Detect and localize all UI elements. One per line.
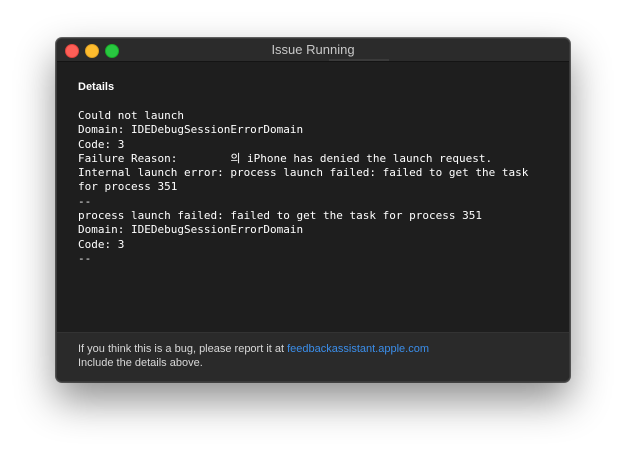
footer-bar: If you think this is a bug, please repor…: [57, 332, 569, 381]
details-line: Domain: IDEDebugSessionErrorDomain: [78, 123, 304, 137]
window-title: Issue Running: [271, 42, 355, 57]
bug-report-notice: If you think this is a bug, please repor…: [78, 343, 429, 355]
details-line: --: [78, 251, 92, 265]
desktop-background: Issue Running Details Could not launch D…: [0, 0, 624, 454]
feedback-assistant-link[interactable]: feedbackassistant.apple.com: [287, 343, 429, 355]
details-line: Code: 3: [78, 237, 125, 251]
details-line: process launch failed: failed to get the…: [78, 209, 482, 223]
details-line: Could not launch: [78, 109, 184, 122]
title-bar[interactable]: Issue Running: [57, 39, 569, 62]
error-details-text[interactable]: Could not launch Domain: IDEDebugSession…: [78, 109, 528, 266]
title-divider: [329, 59, 389, 61]
details-line: Domain: IDEDebugSessionErrorDomain: [78, 223, 304, 237]
bug-report-prefix: If you think this is a bug, please repor…: [78, 343, 288, 355]
details-line: Code: 3: [78, 137, 125, 151]
details-heading: Details: [78, 81, 115, 93]
issue-running-window: Issue Running Details Could not launch D…: [56, 38, 570, 382]
details-line: Failure Reason: 의 iPhone has denied the …: [78, 151, 493, 165]
include-details-text: Include the details above.: [78, 357, 203, 369]
details-line: Internal launch error: process launch fa…: [78, 166, 529, 180]
details-pane: Details Could not launch Domain: IDEDebu…: [57, 62, 569, 332]
details-line: for process 351: [78, 180, 178, 194]
details-line: --: [78, 194, 92, 208]
